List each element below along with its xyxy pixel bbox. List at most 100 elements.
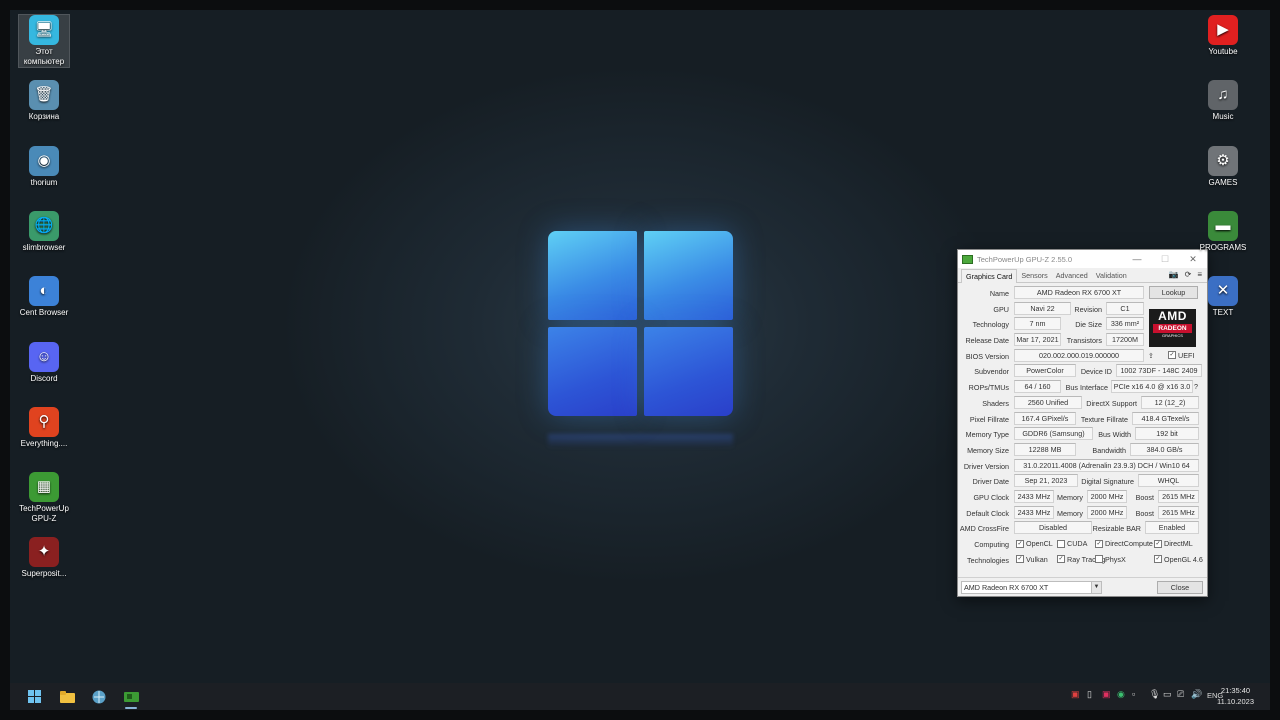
desktop-app-icon: ✦ <box>29 537 59 568</box>
field-subvendor: PowerColor <box>1014 364 1076 378</box>
camera-icon[interactable]: 📷 <box>1169 270 1179 279</box>
desktop-icon-label: Youtube <box>1208 47 1238 56</box>
label-memory-type: Memory Type <box>965 430 1009 440</box>
desktop-icon[interactable]: ✕ TEXT <box>1198 276 1248 318</box>
desktop-icon-label: thorium <box>30 177 58 187</box>
desktop-icon[interactable]: ♫ Music <box>1198 80 1248 122</box>
desktop-icon[interactable]: ⚲ Everything.... <box>19 406 69 449</box>
file-explorer-taskbar[interactable] <box>52 683 82 710</box>
field-gpu: Navi 22 <box>1014 301 1071 315</box>
label-technologies: Technologies <box>967 555 1009 565</box>
start-button[interactable] <box>19 683 49 710</box>
desktop-icon-label: TechPowerUp GPU-Z <box>19 504 69 524</box>
label-subvendor: Subvendor <box>974 367 1009 377</box>
label-default-memory: Memory <box>1057 508 1083 518</box>
field-transistors: 17200M <box>1106 333 1144 347</box>
checkbox-vulkan[interactable]: ✓ Vulkan <box>1016 555 1048 564</box>
label-digital-signature: Digital Signature <box>1081 477 1134 487</box>
gpuz-window[interactable]: TechPowerUp GPU-Z 2.55.0 — ☐ ✕ Graphics … <box>957 249 1208 597</box>
desktop-icon[interactable]: 🗑 Корзина <box>19 80 69 122</box>
close-icon[interactable]: ✕ <box>1179 254 1207 265</box>
checkbox-directcompute[interactable]: ✓ DirectCompute <box>1095 539 1153 548</box>
label-default-boost: Boost <box>1135 508 1154 518</box>
chevron-down-icon[interactable]: ▼ <box>1091 582 1101 593</box>
label-computing: Computing <box>974 540 1009 549</box>
gpuz-app-icon <box>962 254 973 264</box>
tray-app-icon[interactable]: ▣ <box>1102 689 1111 700</box>
desktop-icon[interactable]: ☺ Discord <box>19 341 69 384</box>
gpuz-taskbar[interactable] <box>116 683 146 710</box>
tab-graphics-card[interactable]: Graphics Card <box>961 269 1018 283</box>
desktop-app-icon: ▶ <box>1208 15 1238 45</box>
taskbar: ▣ ▯ ▣ ◉ ▫ 🎙 ▭ ⎚ 🔊 ENG 21:35:40 11.10.202… <box>10 683 1270 710</box>
network-icon[interactable]: ⎚ <box>1177 689 1184 700</box>
field-driver-date: Sep 21, 2023 <box>1014 474 1078 488</box>
uefi-checkbox[interactable]: ✓ UEFI <box>1168 351 1194 360</box>
checkbox-physx[interactable]: PhysX <box>1095 555 1126 564</box>
maximize-icon[interactable]: ☐ <box>1151 254 1179 265</box>
desktop-icon[interactable]: ⚙ GAMES <box>1198 145 1248 188</box>
gpuz-titlebar[interactable]: TechPowerUp GPU-Z 2.55.0 — ☐ ✕ <box>958 250 1207 268</box>
close-button[interactable]: Close <box>1157 581 1203 594</box>
field-device-id: 1002 73DF - 148C 2409 <box>1116 364 1202 378</box>
card-select[interactable]: AMD Radeon RX 6700 XT ▼ <box>961 581 1102 594</box>
battery-icon[interactable]: ▭ <box>1163 689 1172 700</box>
desktop-icon[interactable]: ▬ PROGRAMS <box>1198 210 1248 253</box>
label-bios-version: BIOS Version <box>965 351 1009 361</box>
checkbox-opengl-4-6[interactable]: ✓ OpenGL 4.6 <box>1154 555 1203 564</box>
field-technology: 7 nm <box>1014 317 1061 331</box>
desktop-icon[interactable]: 🌐 slimbrowser <box>19 210 69 253</box>
desktop-icon[interactable]: ▶ Youtube <box>1198 15 1248 57</box>
volume-icon[interactable]: 🔊 <box>1191 689 1202 700</box>
clock[interactable]: 21:35:40 11.10.2023 <box>1217 685 1254 707</box>
desktop-icon[interactable]: ▦ TechPowerUp GPU-Z <box>19 472 69 524</box>
label-resizable-bar: Resizable BAR <box>1092 524 1141 534</box>
field-bandwidth: 384.0 GB/s <box>1130 442 1199 456</box>
field-texture-fillrate: 418.4 GTexel/s <box>1132 411 1199 425</box>
field-driver-version: 31.0.22011.4008 (Adrenalin 23.9.3) DCH /… <box>1014 458 1199 472</box>
windows-logo-pane <box>644 231 733 320</box>
checkbox-cuda[interactable]: CUDA <box>1057 539 1087 548</box>
checkbox-directml[interactable]: ✓ DirectML <box>1154 539 1193 548</box>
checkbox-opencl[interactable]: ✓ OpenCL <box>1016 539 1053 548</box>
field-default-clock: 2433 MHz <box>1014 505 1054 519</box>
desktop-app-icon: ⚲ <box>29 406 59 437</box>
tray-app-icon[interactable]: ▣ <box>1071 689 1080 700</box>
desktop-app-icon: ▦ <box>29 472 59 503</box>
label-crossfire: AMD CrossFire <box>959 524 1009 534</box>
desktop-icon[interactable]: 🖥 Этот компьютер <box>18 14 70 68</box>
windows-logo-pane <box>548 327 637 416</box>
microphone-icon[interactable]: 🎙 <box>1149 689 1160 700</box>
chrome-tray-icon[interactable]: ◉ <box>1117 689 1125 700</box>
usb-icon[interactable]: ▯ <box>1087 689 1092 700</box>
field-memory-size: 12288 MB <box>1014 442 1076 456</box>
tab-validation[interactable]: Validation <box>1092 269 1131 282</box>
field-pixel-fillrate: 167.4 GPixel/s <box>1014 411 1076 425</box>
tab-advanced[interactable]: Advanced <box>1052 269 1092 282</box>
label-transistors: Transistors <box>1066 336 1102 346</box>
label-shaders: Shaders <box>982 398 1009 408</box>
desktop-app-icon: ◐ <box>29 276 59 307</box>
field-crossfire: Disabled <box>1014 521 1092 535</box>
help-icon[interactable]: ? <box>1194 382 1198 391</box>
label-pixel-fillrate: Pixel Fillrate <box>969 414 1009 424</box>
windows-logo-pane <box>644 327 733 416</box>
folder-icon <box>59 690 75 703</box>
desktop-icon[interactable]: ✦ Superposit... <box>19 537 69 579</box>
refresh-icon[interactable]: ⟳ <box>1185 270 1192 279</box>
tab-sensors[interactable]: Sensors <box>1017 269 1051 282</box>
desktop-icon-label: Everything.... <box>20 438 68 448</box>
minimize-icon[interactable]: — <box>1123 254 1151 264</box>
desktop-icon[interactable]: ◉ thorium <box>19 145 69 188</box>
share-icon[interactable]: ⇪ <box>1148 351 1154 360</box>
field-default-memory: 2000 MHz <box>1087 505 1127 519</box>
field-release-date: Mar 17, 2021 <box>1014 333 1061 347</box>
browser-taskbar[interactable] <box>84 683 114 710</box>
field-resizable-bar: Enabled <box>1145 521 1199 535</box>
tray-app-icon[interactable]: ▫ <box>1132 689 1135 699</box>
amd-radeon-logo: AMD RADEON GRAPHICS <box>1149 309 1196 347</box>
desktop-icon[interactable]: ◐ Cent Browser <box>19 276 69 318</box>
field-bus-width: 192 bit <box>1135 427 1199 441</box>
lookup-button[interactable]: Lookup <box>1149 286 1198 299</box>
desktop-icon-label: Корзина <box>28 112 60 122</box>
